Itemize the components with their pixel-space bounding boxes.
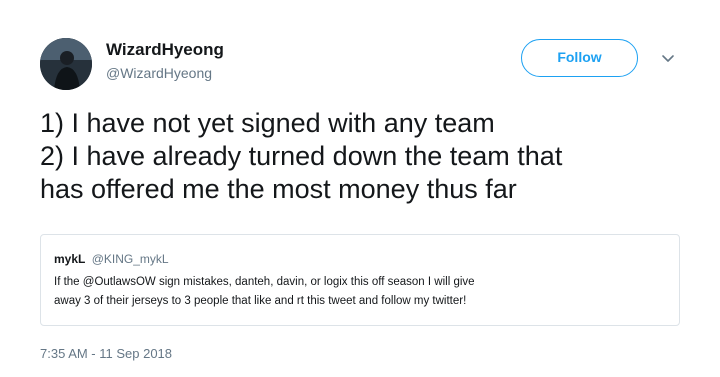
quoted-tweet-text: If the @OutlawsOW sign mistakes, danteh,… xyxy=(54,273,666,311)
quoted-tweet-line: If the @OutlawsOW sign mistakes, danteh,… xyxy=(54,276,475,288)
avatar[interactable] xyxy=(40,38,92,90)
follow-button[interactable]: Follow xyxy=(521,39,638,77)
author-handle[interactable]: @WizardHyeong xyxy=(106,65,212,81)
tweet-text-line: 2) I have already turned down the team t… xyxy=(40,141,563,171)
quoted-tweet-line: away 3 of their jerseys to 3 people that… xyxy=(54,295,467,307)
author-display-name[interactable]: WizardHyeong xyxy=(106,40,224,60)
chevron-down-icon xyxy=(662,55,674,62)
profile-photo-icon xyxy=(40,38,92,90)
tweet-card: WizardHyeong @WizardHyeong Follow 1) I h… xyxy=(0,0,720,377)
quoted-author-name: mykL xyxy=(54,252,86,266)
tweet-menu-button[interactable] xyxy=(660,50,676,66)
tweet-text-line: 1) I have not yet signed with any team xyxy=(40,108,495,138)
quoted-tweet[interactable]: mykL @KING_mykL If the @OutlawsOW sign m… xyxy=(40,234,680,326)
quoted-tweet-header: mykL @KING_mykL xyxy=(54,252,169,266)
tweet-timestamp[interactable]: 7:35 AM - 11 Sep 2018 xyxy=(40,346,172,361)
quoted-author-handle: @KING_mykL xyxy=(91,252,169,266)
tweet-text-line: has offered me the most money thus far xyxy=(40,174,517,204)
tweet-text: 1) I have not yet signed with any team 2… xyxy=(40,107,680,206)
